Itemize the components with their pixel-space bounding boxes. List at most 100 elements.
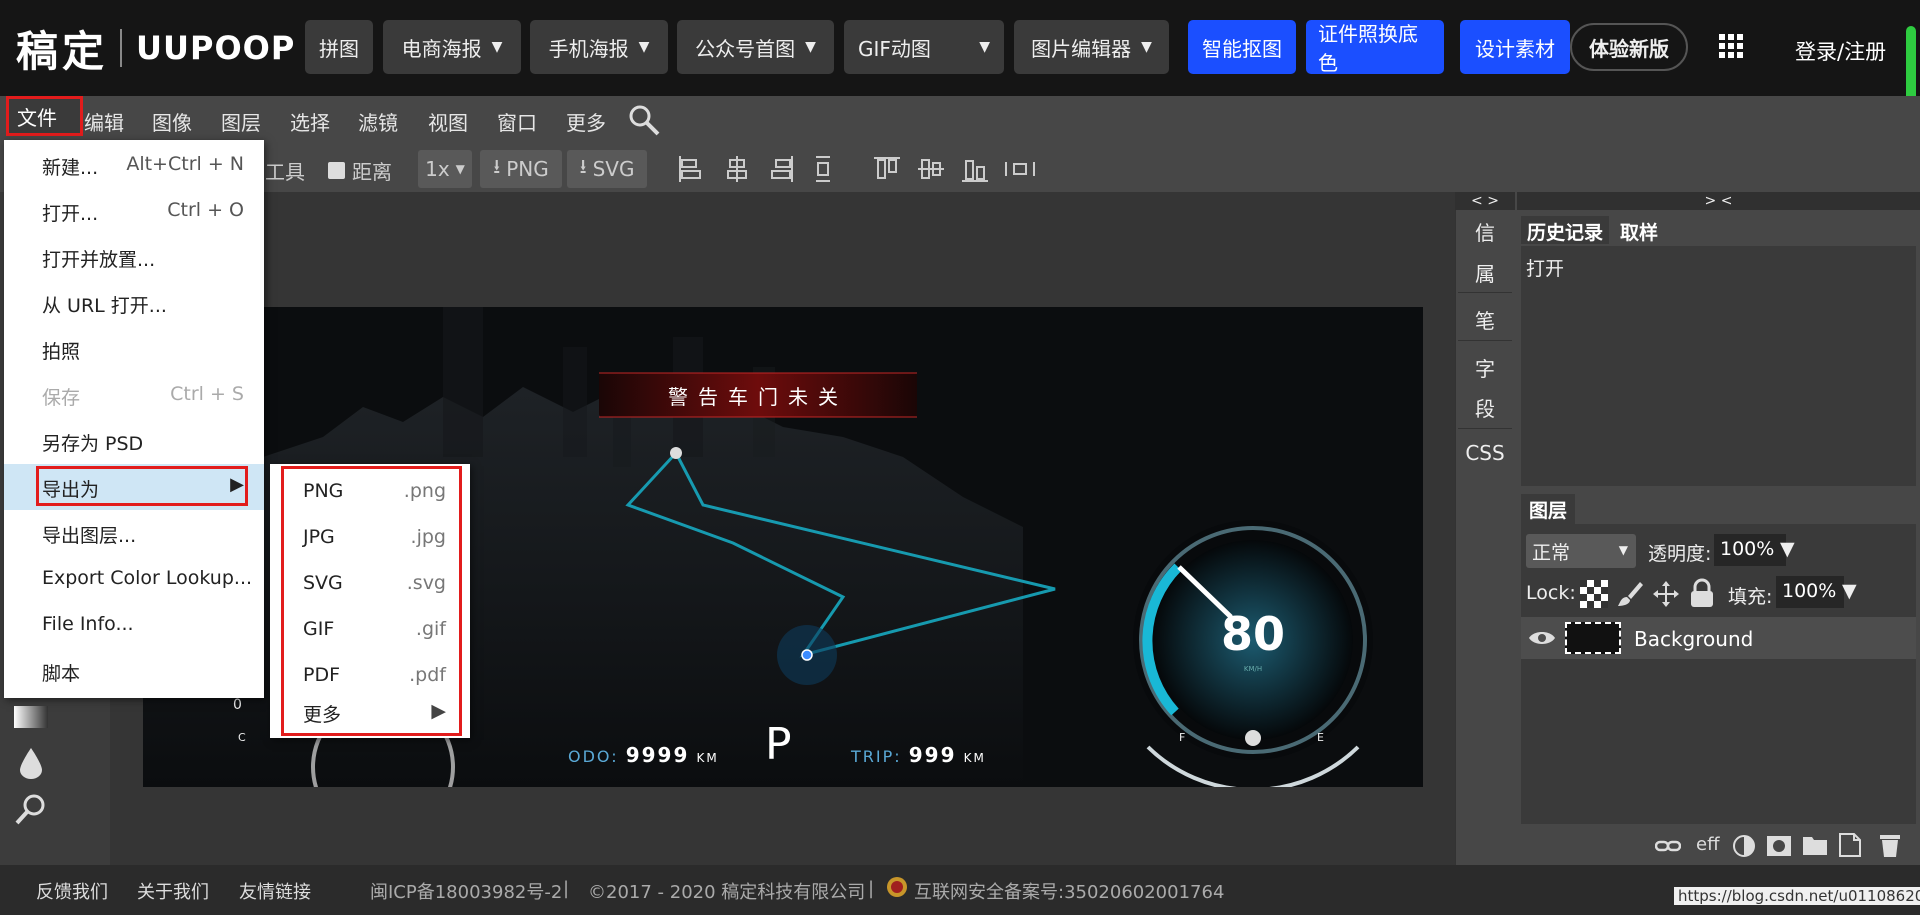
new-folder-icon[interactable] [1802,834,1828,856]
eye-visibility-icon[interactable] [1528,628,1556,648]
gauge-fuel-e: E [1317,731,1324,744]
menu-item-new[interactable]: 新建... Alt+Ctrl + N [4,142,264,188]
export-submenu: PNG .png JPG .jpg SVG .svg GIF .gif PDF .pdf … [270,464,470,738]
css-panel-button[interactable]: CSS [1455,441,1515,465]
right-panel-collapse-toggle[interactable]: > < [1517,192,1920,210]
menu-window[interactable]: 窗口 [497,107,537,136]
menu-image[interactable]: 图像 [152,107,192,136]
nav-smart-matting[interactable]: 智能抠图 [1188,20,1296,74]
logo[interactable]: 稿定 UUPOOP [16,22,296,76]
page-scrollbar[interactable] [1906,26,1916,104]
layer-effects-button[interactable]: eff [1696,834,1719,855]
layer-mask-icon[interactable] [1766,834,1792,858]
export-png-button[interactable]: ⭳ PNG [480,150,562,188]
menu-item-export-as[interactable]: 导出为 ▶ [4,464,264,510]
history-item-open[interactable]: 打开 [1526,254,1564,281]
menu-edit[interactable]: 编辑 [84,107,124,136]
distribute-vertical-icon[interactable] [808,154,838,184]
footer-links-link[interactable]: 友情链接 [239,878,311,904]
menu-item-scripts[interactable]: 脚本 [4,648,264,694]
lock-all-icon[interactable] [1688,578,1716,608]
adjustment-layer-icon[interactable] [1732,834,1756,858]
nav-mobile-poster[interactable]: 手机海报 ▼ [530,20,668,74]
opacity-dropdown-icon[interactable]: ▼ [1780,538,1795,560]
tab-history[interactable]: 历史记录 [1521,216,1610,244]
layer-name[interactable]: Background [1634,627,1753,651]
menu-filter[interactable]: 滤镜 [358,107,398,136]
logo-en: UUPOOP [136,29,296,67]
footer-icp[interactable]: 闽ICP备18003982号-2 [370,878,562,904]
export-more[interactable]: 更多 ▶ [281,689,462,735]
nav-wechat-label: 公众号首图 [695,36,796,61]
scale-select[interactable]: 1x ▼ [418,150,472,188]
info-panel-button[interactable]: 信 [1455,217,1515,246]
export-png[interactable]: PNG .png [281,469,462,515]
menu-layer[interactable]: 图层 [221,107,261,136]
menu-item-open-place[interactable]: 打开并放置... [4,234,264,280]
footer-feedback-link[interactable]: 反馈我们 [36,878,108,904]
menu-select[interactable]: 选择 [290,107,330,136]
nav-image-editor[interactable]: 图片编辑器 ▼ [1014,20,1169,74]
tab-layers[interactable]: 图层 [1521,494,1576,524]
align-top-icon[interactable] [872,154,902,184]
lock-move-icon[interactable] [1652,580,1680,608]
nav-ecommerce-poster[interactable]: 电商海报 ▼ [383,20,521,74]
apps-grid-icon[interactable] [1719,34,1743,58]
nav-pinjie[interactable]: 拼图 [305,20,373,74]
nav-new-version[interactable]: 体验新版 [1570,23,1688,71]
menu-file[interactable]: 文件 [6,96,83,136]
new-layer-icon[interactable] [1838,832,1862,858]
nav-design-assets[interactable]: 设计素材 [1460,20,1570,74]
footer-about-link[interactable]: 关于我们 [137,878,209,904]
lock-transparency-icon[interactable] [1580,580,1608,608]
zoom-tool-icon[interactable] [14,792,48,826]
export-format-ext: .png [403,480,446,502]
blend-mode-select[interactable]: 正常 ▼ [1526,534,1636,568]
align-center-h-icon[interactable] [722,154,752,184]
export-svg-button[interactable]: ⭳ SVG [567,150,647,188]
login-register-link[interactable]: 登录/注册 [1795,36,1886,66]
gear-indicator: P [765,719,792,770]
distribute-horizontal-icon[interactable] [1003,154,1037,184]
properties-panel-button[interactable]: 属 [1455,258,1515,287]
menu-item-export-layers[interactable]: 导出图层... [4,510,264,556]
menu-view[interactable]: 视图 [428,107,468,136]
nav-wechat-cover[interactable]: 公众号首图 ▼ [677,20,834,74]
odo-label: ODO: [568,747,619,766]
watermark: https://blog.csdn.net/u011086209 [1674,887,1920,905]
fill-dropdown-icon[interactable]: ▼ [1842,580,1857,602]
menu-more[interactable]: 更多 [566,107,606,136]
opacity-input[interactable]: 100% [1714,534,1786,566]
paragraph-panel-button[interactable]: 段 [1455,393,1515,422]
speed-unit: KM/H [1243,665,1263,673]
distance-checkbox[interactable] [328,162,345,179]
link-layers-icon[interactable] [1655,836,1681,856]
align-right-icon[interactable] [766,154,796,184]
lock-brush-icon[interactable] [1616,580,1644,608]
menu-item-file-info[interactable]: File Info... [4,602,264,648]
trash-icon[interactable] [1878,832,1902,858]
character-panel-button[interactable]: 字 [1455,353,1515,382]
menu-item-save-as-psd[interactable]: 另存为 PSD [4,418,264,464]
search-icon[interactable] [628,104,660,136]
fill-input[interactable]: 100% [1776,576,1844,608]
footer-police-record[interactable]: 互联网安全备案号:35020602001764 [914,878,1224,904]
menu-item-open-url[interactable]: 从 URL 打开... [4,280,264,326]
tab-sample[interactable]: 取样 [1614,216,1664,244]
menu-item-take-photo[interactable]: 拍照 [4,326,264,372]
align-left-icon[interactable] [676,154,706,184]
nav-gif[interactable]: GIF动图 ▼ [844,20,1004,74]
side-collapse-toggle[interactable]: < > [1455,192,1515,210]
blur-tool-icon[interactable] [16,746,46,780]
nav-id-photo[interactable]: 证件照换底色 [1306,20,1444,75]
export-gif[interactable]: GIF .gif [281,607,462,653]
export-jpg[interactable]: JPG .jpg [281,515,462,561]
menu-item-open[interactable]: 打开... Ctrl + O [4,188,264,234]
align-middle-v-icon[interactable] [916,154,946,184]
gradient-tool-icon[interactable] [14,704,48,730]
export-svg[interactable]: SVG .svg [281,561,462,607]
menu-item-export-color-lookup[interactable]: Export Color Lookup... [4,556,264,602]
brush-panel-button[interactable]: 笔 [1455,305,1515,334]
align-bottom-icon[interactable] [960,154,990,184]
export-format-label: SVG [303,572,343,594]
